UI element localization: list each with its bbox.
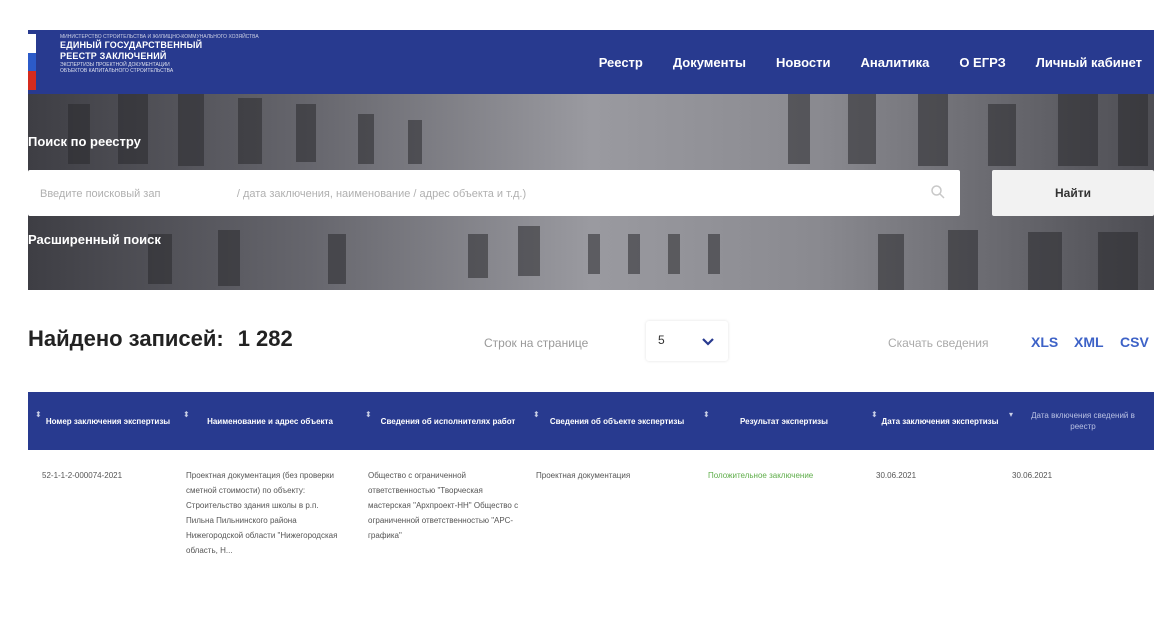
nav-analytics[interactable]: Аналитика	[860, 55, 929, 70]
column-header-result[interactable]: ⬍ Результат экспертизы	[700, 392, 860, 450]
found-label: Найдено записей:	[28, 326, 224, 351]
column-header-number[interactable]: ⬍ Номер заключения экспертизы	[32, 392, 176, 450]
logo-title-line2: РЕЕСТР ЗАКЛЮЧЕНИЙ	[60, 51, 167, 61]
search-box	[28, 170, 960, 218]
sort-desc-icon: ▾	[1009, 410, 1014, 419]
rows-per-page-label: Строк на странице	[484, 336, 589, 350]
logo-ministry-text: МИНИСТЕРСТВО СТРОИТЕЛЬСТВА И ЖИЛИЩНО-КОМ…	[60, 34, 259, 40]
search-input[interactable]	[38, 170, 922, 218]
site-logo[interactable]: МИНИСТЕРСТВО СТРОИТЕЛЬСТВА И ЖИЛИЩНО-КОМ…	[60, 34, 280, 74]
nav-news[interactable]: Новости	[776, 55, 831, 70]
column-header-date-included[interactable]: ▾ Дата включения сведений в реестр	[1006, 392, 1152, 450]
nav-account[interactable]: Личный кабинет	[1036, 55, 1142, 70]
download-label: Скачать сведения	[888, 336, 989, 350]
column-header-subject[interactable]: ⬍ Сведения об объекте экспертизы	[530, 392, 696, 450]
cell-number[interactable]: 52-1-1-2-000074-2021	[42, 468, 182, 483]
sort-icon: ⬍	[533, 410, 540, 419]
download-csv-link[interactable]: CSV	[1120, 334, 1149, 350]
cell-subject: Проектная документация	[536, 471, 631, 480]
russian-flag-icon	[28, 34, 36, 90]
rows-per-page-value: 5	[658, 333, 665, 347]
logo-subtitle-line2: ОБЪЕКТОВ КАПИТАЛЬНОГО СТРОИТЕЛЬСТВА	[60, 68, 174, 74]
cell-result: Положительное заключение	[708, 471, 814, 480]
search-hero: Поиск по реестру Найти Расширенный поиск	[28, 94, 1154, 290]
table-header: ⬍ Номер заключения экспертизы ⬍ Наименован…	[28, 392, 1154, 450]
top-header: МИНИСТЕРСТВО СТРОИТЕЛЬСТВА И ЖИЛИЩНО-КОМ…	[28, 30, 1154, 94]
search-title: Поиск по реестру	[28, 134, 141, 149]
download-xml-link[interactable]: XML	[1074, 334, 1104, 350]
logo-title-line1: ЕДИНЫЙ ГОСУДАРСТВЕННЫЙ	[60, 40, 203, 50]
sort-icon: ⬍	[365, 410, 372, 419]
nav-registry[interactable]: Реестр	[599, 55, 643, 70]
nav-documents[interactable]: Документы	[673, 55, 746, 70]
found-count: 1 282	[237, 326, 293, 351]
sort-icon: ⬍	[703, 410, 710, 419]
nav-about[interactable]: О ЕГРЗ	[959, 55, 1005, 70]
sort-icon: ⬍	[35, 410, 42, 419]
cell-date-included: 30.06.2021	[1012, 471, 1053, 480]
cell-date-conclusion: 30.06.2021	[876, 471, 917, 480]
chevron-down-icon	[702, 338, 714, 346]
column-header-object[interactable]: ⬍ Наименование и адрес объекта	[180, 392, 352, 450]
column-header-date-conclusion[interactable]: ⬍ Дата заключения экспертизы	[868, 392, 1004, 450]
results-count: Найдено записей: 1 282	[28, 326, 293, 352]
main-nav: Реестр Документы Новости Аналитика О ЕГР…	[599, 30, 1142, 94]
advanced-search-link[interactable]: Расширенный поиск	[28, 232, 161, 247]
cell-executors: Общество с ограниченной ответственностью…	[368, 471, 519, 540]
search-icon[interactable]	[930, 184, 946, 200]
rows-per-page-select[interactable]: 5	[646, 321, 728, 361]
sort-icon: ⬍	[183, 410, 190, 419]
sort-icon: ⬍	[871, 410, 878, 419]
cell-object: Проектная документация (без проверки сме…	[186, 471, 338, 555]
find-button[interactable]: Найти	[992, 170, 1154, 216]
download-xls-link[interactable]: XLS	[1031, 334, 1058, 350]
page-frame: МИНИСТЕРСТВО СТРОИТЕЛЬСТВА И ЖИЛИЩНО-КОМ…	[28, 30, 1154, 628]
column-header-executors[interactable]: ⬍ Сведения об исполнителях работ	[362, 392, 526, 450]
